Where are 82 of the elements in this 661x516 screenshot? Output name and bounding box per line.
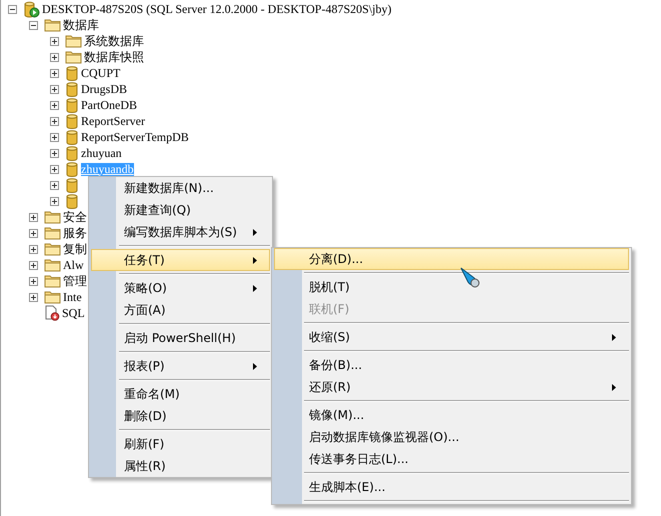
menu-item[interactable]: 重命名(M) bbox=[91, 383, 270, 405]
expander-icon[interactable] bbox=[50, 84, 59, 94]
folder-icon bbox=[44, 290, 61, 304]
expander-icon[interactable] bbox=[29, 292, 38, 302]
folder-icon bbox=[44, 274, 61, 288]
folder-icon bbox=[44, 210, 61, 224]
database-icon bbox=[65, 194, 79, 208]
menu-item[interactable]: 新建数据库(N)... bbox=[91, 177, 270, 199]
expander-icon[interactable] bbox=[29, 228, 38, 238]
tree-item[interactable]: 服务 bbox=[63, 226, 87, 240]
expander-icon[interactable] bbox=[8, 4, 17, 14]
menu-item[interactable]: 新建查询(Q) bbox=[91, 199, 270, 221]
tree-item[interactable]: 数据库 bbox=[63, 18, 99, 32]
menu-item[interactable]: 收缩(S) bbox=[274, 326, 629, 348]
expander-icon[interactable] bbox=[50, 52, 59, 62]
expander-icon[interactable] bbox=[50, 180, 59, 190]
tree-item[interactable]: Inte bbox=[63, 290, 82, 304]
menu-item[interactable]: 报表(P) bbox=[91, 355, 270, 377]
tree-item[interactable]: DrugsDB bbox=[81, 82, 128, 96]
tree-item[interactable]: zhuyuan bbox=[81, 146, 122, 160]
folder-icon bbox=[65, 50, 82, 64]
expander-icon[interactable] bbox=[50, 132, 59, 142]
tree-item[interactable]: ReportServer bbox=[81, 114, 145, 128]
expander-icon[interactable] bbox=[29, 276, 38, 286]
expander-icon[interactable] bbox=[29, 260, 38, 270]
menu-item[interactable]: 启动 PowerShell(H) bbox=[91, 327, 270, 349]
expander-icon[interactable] bbox=[50, 116, 59, 126]
database-icon bbox=[65, 146, 79, 160]
database-icon bbox=[65, 162, 79, 176]
submenu-arrow-icon bbox=[253, 362, 257, 370]
tree-item[interactable]: SQL bbox=[62, 306, 85, 320]
expander-icon[interactable] bbox=[50, 148, 59, 158]
tree-item[interactable]: PartOneDB bbox=[81, 98, 137, 112]
expander-icon[interactable] bbox=[50, 36, 59, 46]
folder-icon bbox=[44, 258, 61, 272]
menu-item[interactable]: 刷新(F) bbox=[91, 433, 270, 455]
tree-item[interactable]: 复制 bbox=[63, 242, 87, 256]
tree-item[interactable]: DESKTOP-487S20S (SQL Server 12.0.2000 - DESKTOP-487S20S\jby) bbox=[42, 2, 392, 16]
tree-item[interactable]: CQUPT bbox=[81, 66, 120, 80]
submenu-arrow-icon bbox=[253, 256, 257, 264]
menu-item[interactable]: 启动数据库镜像监视器(O)... bbox=[274, 426, 629, 448]
menu-item[interactable]: 传送事务日志(L)... bbox=[274, 448, 629, 470]
menu-item[interactable]: 备份(B)... bbox=[274, 354, 629, 376]
submenu-arrow-icon bbox=[612, 334, 616, 340]
tree-item[interactable]: ReportServerTempDB bbox=[81, 130, 189, 144]
menu-item[interactable]: 属性(R) bbox=[91, 455, 270, 477]
menu-item[interactable]: 生成脚本(E)... bbox=[274, 476, 629, 498]
menu-item[interactable]: 任务(T) bbox=[91, 249, 270, 271]
tree-item[interactable]: 系统数据库 bbox=[84, 34, 144, 48]
expander-icon[interactable] bbox=[50, 68, 59, 78]
expander-icon[interactable] bbox=[29, 212, 38, 222]
database-icon bbox=[65, 114, 79, 128]
database-icon bbox=[65, 66, 79, 80]
tree-item[interactable]: 数据库快照 bbox=[84, 50, 144, 64]
expander-icon[interactable] bbox=[29, 244, 38, 254]
submenu-arrow-icon bbox=[612, 384, 616, 390]
menu-item[interactable]: 分离(D)... bbox=[274, 248, 629, 270]
folder-icon bbox=[65, 34, 82, 48]
folder-icon bbox=[44, 242, 61, 256]
database-icon bbox=[65, 98, 79, 112]
folder-icon bbox=[44, 226, 61, 240]
submenu-arrow-icon bbox=[253, 228, 257, 236]
menu-item[interactable]: 删除(D) bbox=[91, 405, 270, 427]
menu-item[interactable]: 镜像(M)... bbox=[274, 404, 629, 426]
expander-icon[interactable] bbox=[29, 20, 38, 30]
database-icon bbox=[65, 178, 79, 192]
expander-icon[interactable] bbox=[50, 196, 59, 206]
menu-item[interactable]: 编写数据库脚本为(S) bbox=[91, 221, 270, 243]
menu-item[interactable]: 还原(R) bbox=[274, 376, 629, 398]
tree-item[interactable]: 安全 bbox=[63, 210, 87, 224]
database-icon bbox=[65, 82, 79, 96]
agent-icon bbox=[44, 305, 60, 321]
expander-icon[interactable] bbox=[50, 100, 59, 110]
tree-item[interactable]: 管理 bbox=[63, 274, 87, 288]
folder-icon bbox=[44, 18, 61, 32]
submenu-arrow-icon bbox=[253, 284, 257, 292]
menu-item[interactable]: 脱机(T) bbox=[274, 276, 629, 298]
menu-item[interactable]: 策略(O) bbox=[91, 277, 270, 299]
tree-item[interactable]: Alw bbox=[63, 258, 84, 272]
menu-item[interactable]: 方面(A) bbox=[91, 299, 270, 321]
database-icon bbox=[65, 130, 79, 144]
expander-icon[interactable] bbox=[50, 164, 59, 174]
